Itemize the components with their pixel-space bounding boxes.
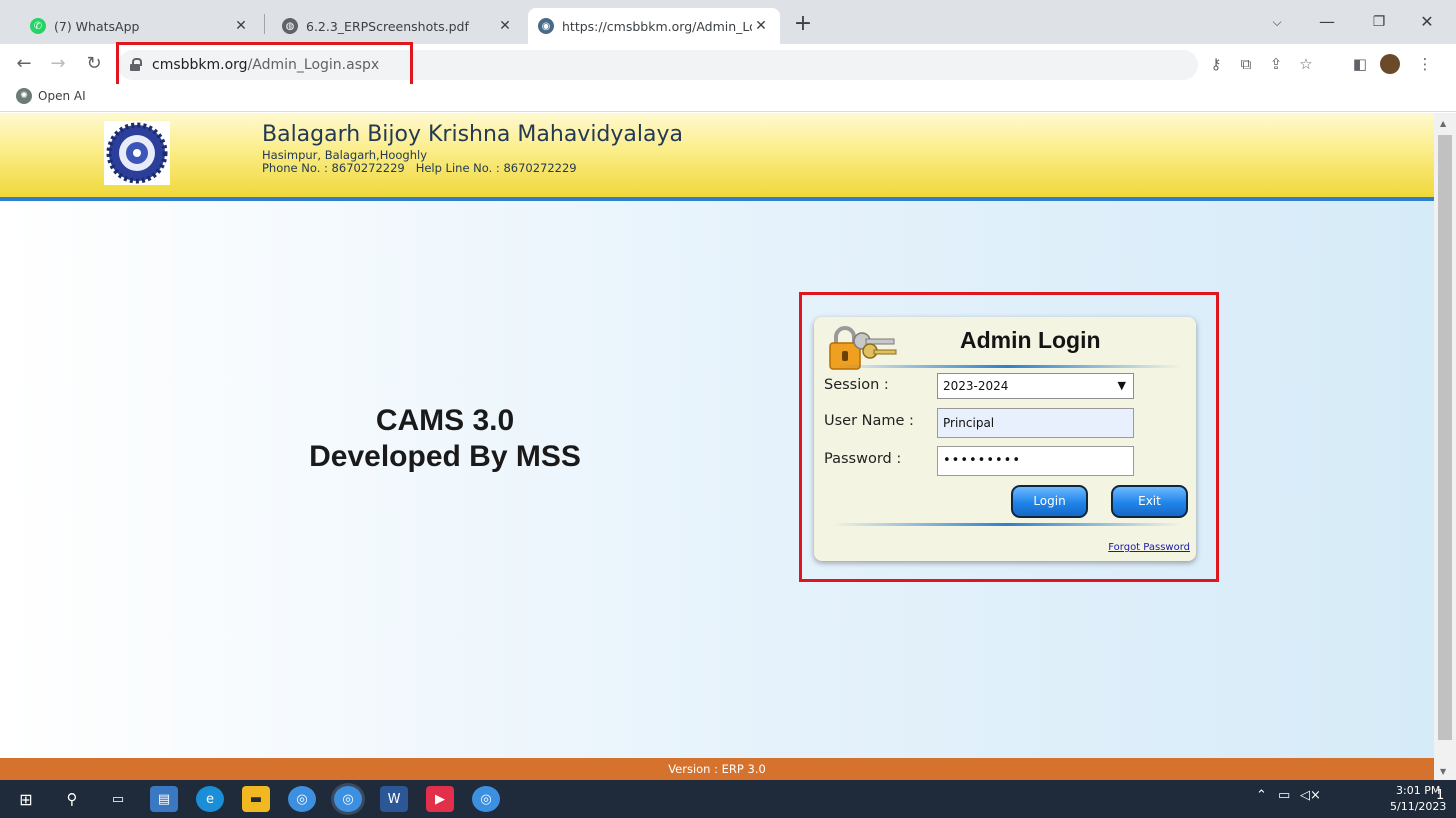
scrollbar[interactable]: ▲ ▼ bbox=[1434, 113, 1456, 780]
page-viewport: Balagarh Bijoy Krishna Mahavidyalaya Has… bbox=[0, 113, 1434, 758]
close-icon[interactable]: ✕ bbox=[752, 18, 770, 34]
password-input[interactable]: ••••••••• bbox=[937, 446, 1134, 476]
college-phone: Phone No. : 8670272229 Help Line No. : 8… bbox=[262, 161, 577, 175]
tray-chevron-icon[interactable]: ⌃ bbox=[1256, 788, 1267, 803]
chrome-icon[interactable]: ◎ bbox=[288, 786, 316, 812]
tab-pdf[interactable]: ◍ 6.2.3_ERPScreenshots.pdf ✕ bbox=[272, 8, 524, 44]
version-footer: Version : ERP 3.0 bbox=[0, 758, 1434, 780]
session-label: Session : bbox=[824, 377, 889, 393]
bookmark-openai[interactable]: ✺ Open AI bbox=[16, 88, 86, 104]
tab-admin-login[interactable]: ◉ https://cmsbbkm.org/Admin_Log ✕ bbox=[528, 8, 780, 44]
divider bbox=[832, 365, 1182, 368]
close-icon[interactable]: ✕ bbox=[232, 18, 250, 34]
admin-login-panel: Admin Login Session : 2023-2024 ▼ User N… bbox=[814, 317, 1196, 561]
site-header: Balagarh Bijoy Krishna Mahavidyalaya Has… bbox=[0, 113, 1434, 201]
word-icon[interactable]: W bbox=[380, 786, 408, 812]
product-name: CAMS 3.0 bbox=[375, 404, 515, 437]
globe-icon: ◍ bbox=[282, 18, 298, 34]
side-panel-icon[interactable]: ◧ bbox=[1347, 50, 1373, 78]
login-title: Admin Login bbox=[960, 327, 1101, 353]
divider bbox=[832, 523, 1182, 526]
username-label: User Name : bbox=[824, 413, 914, 429]
notification-icon[interactable]: 1 bbox=[1436, 788, 1444, 803]
file-explorer-icon[interactable]: ▬ bbox=[242, 786, 270, 812]
password-label: Password : bbox=[824, 451, 902, 467]
menu-icon[interactable]: ⋮ bbox=[1412, 50, 1438, 78]
developer-credit: Developed By MSS bbox=[309, 440, 581, 473]
star-icon[interactable]: ☆ bbox=[1293, 50, 1319, 78]
windows-taskbar: ⊞ ⚲ ▭ ▤ e ▬ ◎ ◎ W ▶ ◎ ⌃ ▭ ◁× 3:01 PM 5/1… bbox=[0, 780, 1456, 818]
minimize-icon[interactable]: — bbox=[1304, 8, 1350, 36]
scrollbar-thumb[interactable] bbox=[1438, 135, 1452, 740]
chevron-down-icon: ▼ bbox=[1117, 379, 1126, 392]
avatar[interactable] bbox=[1377, 50, 1403, 78]
search-icon[interactable]: ⚲ bbox=[58, 786, 86, 812]
session-select[interactable]: 2023-2024 ▼ bbox=[937, 373, 1134, 399]
windows-start-icon[interactable]: ⊞ bbox=[12, 786, 40, 812]
login-button[interactable]: Login bbox=[1011, 485, 1088, 518]
whatsapp-icon: ✆ bbox=[30, 18, 46, 34]
reload-icon[interactable]: ↻ bbox=[80, 50, 108, 78]
window-close-icon[interactable]: ✕ bbox=[1404, 8, 1450, 36]
bookmark-label: Open AI bbox=[38, 89, 86, 103]
edge-icon[interactable]: e bbox=[196, 786, 224, 812]
new-tab-button[interactable]: + bbox=[789, 10, 817, 38]
scroll-up-icon[interactable]: ▲ bbox=[1440, 119, 1446, 128]
tab-separator bbox=[264, 14, 265, 34]
college-logo bbox=[104, 121, 170, 185]
control-panel-icon[interactable]: ▤ bbox=[150, 786, 178, 812]
tab-whatsapp[interactable]: ✆ (7) WhatsApp ✕ bbox=[20, 8, 260, 44]
notification-count: 1 bbox=[1436, 788, 1445, 803]
college-name: Balagarh Bijoy Krishna Mahavidyalaya bbox=[262, 122, 683, 147]
back-icon[interactable]: ← bbox=[10, 50, 38, 78]
openai-icon: ✺ bbox=[16, 88, 32, 104]
version-text: Version : ERP 3.0 bbox=[668, 762, 766, 776]
volume-muted-icon[interactable]: ◁× bbox=[1300, 788, 1321, 803]
network-icon[interactable]: ▭ bbox=[1278, 788, 1290, 803]
share-icon[interactable]: ⇪ bbox=[1263, 50, 1289, 78]
password-value: ••••••••• bbox=[943, 453, 1022, 468]
key-icon[interactable]: ⚷ bbox=[1203, 50, 1229, 78]
tab-title: (7) WhatsApp bbox=[54, 18, 140, 34]
close-icon[interactable]: ✕ bbox=[496, 18, 514, 34]
session-value: 2023-2024 bbox=[943, 379, 1009, 393]
chrome-active-icon[interactable]: ◎ bbox=[334, 786, 362, 812]
scroll-down-icon[interactable]: ▼ bbox=[1440, 767, 1446, 776]
username-input[interactable]: Principal bbox=[937, 408, 1134, 438]
tab-title: 6.2.3_ERPScreenshots.pdf bbox=[306, 18, 469, 34]
translate-icon[interactable]: ⧉ bbox=[1233, 50, 1259, 78]
screen: ✆ (7) WhatsApp ✕ ◍ 6.2.3_ERPScreenshots.… bbox=[0, 0, 1456, 818]
browser-tab-strip: ✆ (7) WhatsApp ✕ ◍ 6.2.3_ERPScreenshots.… bbox=[0, 0, 1456, 44]
exit-button[interactable]: Exit bbox=[1111, 485, 1188, 518]
forgot-password-link[interactable]: Forgot Password bbox=[1108, 542, 1190, 553]
task-view-icon[interactable]: ▭ bbox=[104, 786, 132, 812]
site-logo-icon: ◉ bbox=[538, 18, 554, 34]
branding-text: CAMS 3.0 Developed By MSS bbox=[225, 403, 665, 475]
bookmarks-bar: ✺ Open AI bbox=[0, 84, 1456, 112]
restore-icon[interactable]: ❐ bbox=[1356, 8, 1402, 36]
username-value: Principal bbox=[943, 416, 995, 430]
media-app-icon[interactable]: ▶ bbox=[426, 786, 454, 812]
tab-title: https://cmsbbkm.org/Admin_Log bbox=[562, 18, 752, 34]
tab-search-icon[interactable]: ⌵ bbox=[1254, 8, 1300, 36]
chrome-profile-icon[interactable]: ◎ bbox=[472, 786, 500, 812]
forward-icon[interactable]: → bbox=[44, 50, 72, 78]
